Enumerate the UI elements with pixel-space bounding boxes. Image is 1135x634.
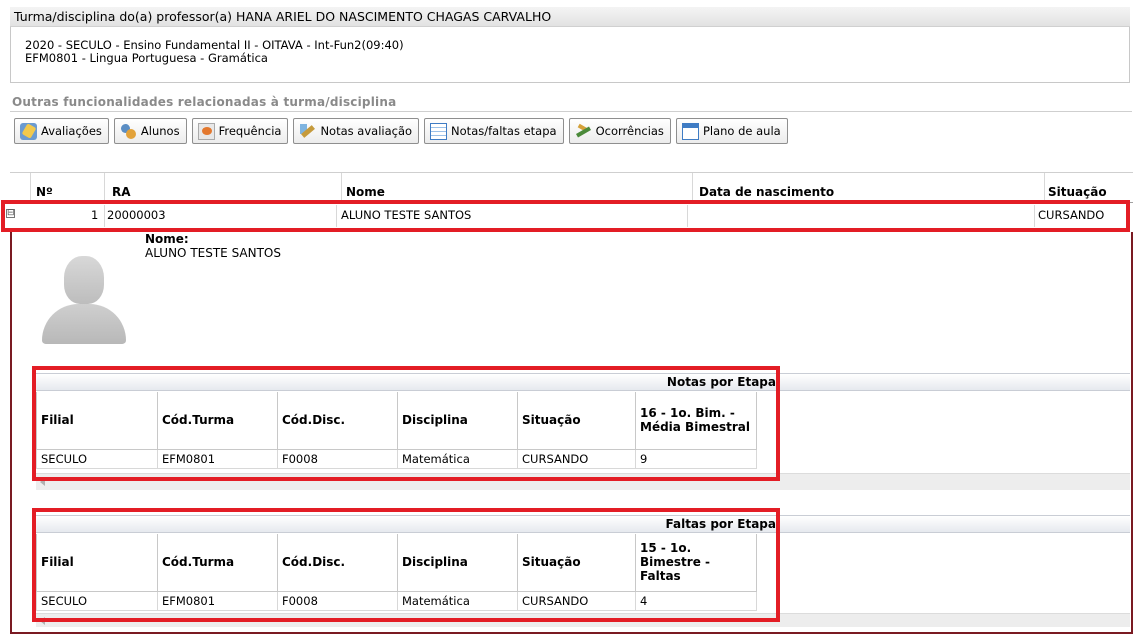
faltas-highlight <box>32 508 780 622</box>
detail-nome-value: ALUNO TESTE SANTOS <box>145 246 281 260</box>
column-separator <box>1044 173 1045 203</box>
class-info-line-2: EFM0801 - Lingua Portuguesa - Gramática <box>25 51 268 65</box>
table-icon <box>430 122 448 140</box>
column-header-num[interactable]: Nº <box>36 185 53 199</box>
notas-avaliacao-icon <box>299 123 316 140</box>
alunos-icon <box>120 123 137 140</box>
notas-avaliacao-label: Notas avaliação <box>320 124 413 138</box>
avaliacoes-icon <box>20 122 37 140</box>
column-separator <box>30 173 31 203</box>
ocorrencias-button[interactable]: Ocorrências <box>568 118 671 144</box>
section-divider <box>10 111 1132 112</box>
ocorrencias-icon <box>575 123 592 140</box>
plano-de-aula-button[interactable]: Plano de aula <box>675 118 788 144</box>
notas-faltas-etapa-label: Notas/faltas etapa <box>451 124 557 138</box>
frequencia-button[interactable]: Frequência <box>191 118 289 144</box>
column-separator <box>692 173 693 203</box>
notas-highlight <box>32 366 780 481</box>
frequencia-icon <box>197 122 215 140</box>
avatar-body <box>42 304 126 344</box>
row-highlight <box>1 200 1130 232</box>
column-header-ra[interactable]: RA <box>112 185 131 199</box>
students-grid: Nº RA Nome Data de nascimento Situação <box>10 172 1133 203</box>
column-separator <box>341 173 342 203</box>
column-header-situacao[interactable]: Situação <box>1048 185 1107 199</box>
avatar <box>40 252 128 344</box>
notas-avaliacao-button[interactable]: Notas avaliação <box>293 118 420 144</box>
column-header-nome[interactable]: Nome <box>346 185 385 199</box>
alunos-label: Alunos <box>140 124 180 138</box>
toolbar: Avaliações Alunos Frequência Notas avali… <box>14 118 788 144</box>
avaliacoes-button[interactable]: Avaliações <box>14 118 109 144</box>
avaliacoes-label: Avaliações <box>41 124 102 138</box>
page-title: Turma/disciplina do(a) professor(a) HANA… <box>10 7 1130 27</box>
ocorrencias-label: Ocorrências <box>595 124 664 138</box>
alunos-button[interactable]: Alunos <box>113 118 187 144</box>
column-header-nascimento[interactable]: Data de nascimento <box>699 185 834 199</box>
class-info-panel: 2020 - SECULO - Ensino Fundamental II - … <box>10 27 1130 83</box>
frequencia-label: Frequência <box>218 124 282 138</box>
avatar-head <box>64 256 104 304</box>
notas-faltas-etapa-button[interactable]: Notas/faltas etapa <box>424 118 564 144</box>
detail-nome-label: Nome: <box>145 232 189 246</box>
grid-header: Nº RA Nome Data de nascimento Situação <box>10 172 1133 203</box>
section-label: Outras funcionalidades relacionadas à tu… <box>12 95 397 109</box>
calendar-icon <box>681 122 699 140</box>
plano-de-aula-label: Plano de aula <box>702 124 781 138</box>
column-separator <box>104 173 105 203</box>
